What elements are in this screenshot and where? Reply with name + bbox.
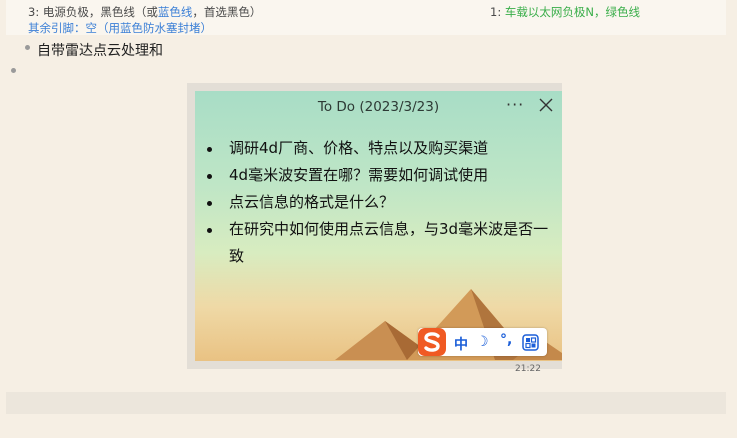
bullet-dot — [25, 45, 30, 50]
toolbox-icon[interactable] — [522, 334, 539, 351]
note-green-text: 车载以太网负极N，绿色线 — [504, 5, 640, 19]
outline-item-1[interactable]: 自带雷达点云处理和 — [37, 40, 163, 60]
todo-item[interactable]: 点云信息的格式是什么？ — [207, 189, 551, 216]
more-options-icon[interactable]: ··· — [506, 95, 524, 114]
note-blue-text: 蓝色线 — [157, 5, 193, 19]
sticky-note-window[interactable]: To Do (2023/3/23) ··· 调研4d厂商、价格、特点以及购买渠道… — [195, 91, 562, 361]
note-num: 3: — [28, 5, 40, 19]
bottom-bar — [6, 392, 726, 414]
sogou-logo-icon[interactable] — [417, 327, 447, 357]
moon-icon[interactable]: ☽ — [476, 334, 489, 350]
note-row-1-right: 1: 车载以太网负极N，绿色线 — [490, 5, 640, 19]
background-time: 21:22 — [515, 364, 541, 374]
note-row-1-left: 3: 电源负极，黑色线（或蓝色线，首选黑色） — [28, 5, 261, 19]
note-row-2: 其余引脚：空（用蓝色防水塞封堵） — [28, 21, 212, 35]
bullet-dot-empty[interactable] — [11, 68, 16, 73]
sticky-title-bar[interactable]: To Do (2023/3/23) ··· — [195, 91, 562, 123]
ime-punctuation[interactable]: °, — [500, 332, 512, 348]
note-num: 1: — [490, 5, 502, 19]
todo-item[interactable]: 调研4d厂商、价格、特点以及购买渠道 — [207, 135, 551, 162]
note-text: 电源负极，黑色线（或 — [42, 5, 158, 19]
todo-item[interactable]: 4d毫米波安置在哪？需要如何调试使用 — [207, 162, 551, 189]
ime-chinese-mode[interactable]: 中 — [454, 334, 468, 354]
todo-list: 调研4d厂商、价格、特点以及购买渠道 4d毫米波安置在哪？需要如何调试使用 点云… — [207, 135, 551, 270]
todo-item[interactable]: 在研究中如何使用点云信息，与3d毫米波是否一致 — [207, 216, 551, 270]
notes-box: 3: 电源负极，黑色线（或蓝色线，首选黑色） 1: 车载以太网负极N，绿色线 其… — [6, 0, 726, 35]
close-icon[interactable] — [538, 97, 554, 113]
note-text: ，首选黑色） — [192, 5, 262, 19]
ime-toolbar[interactable]: 中 ☽ °, — [418, 328, 547, 356]
